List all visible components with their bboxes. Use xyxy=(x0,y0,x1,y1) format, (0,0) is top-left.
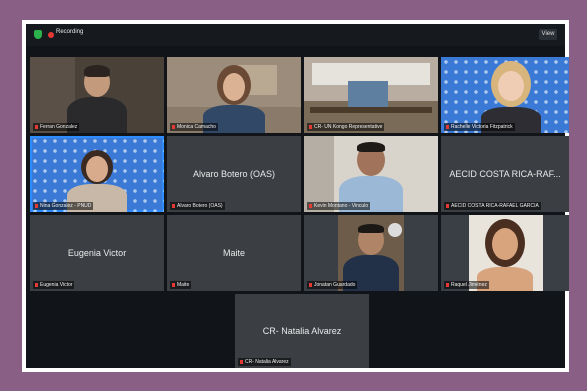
participant-video xyxy=(30,136,164,212)
participant-tile[interactable]: Kevin Montano - Vinculo xyxy=(304,136,438,212)
zoom-meeting-window: Recording View Ferran Gonzalez Monica Ca… xyxy=(22,20,569,372)
participant-tile[interactable]: Eugenia Victor Eugenia Victor xyxy=(30,215,164,291)
muted-mic-icon xyxy=(240,359,243,364)
participant-video xyxy=(304,215,438,291)
muted-mic-icon xyxy=(172,124,175,129)
participant-tile[interactable]: Maite Maite xyxy=(167,215,301,291)
participant-video xyxy=(441,215,569,291)
meeting-top-bar: Recording View xyxy=(26,24,565,46)
participant-name-label: Eugenia Victor xyxy=(33,281,75,289)
participant-name-label: Raquel Jiménez xyxy=(444,281,489,289)
participant-name-label: CR- Natalia Alvarez xyxy=(238,358,291,366)
participant-name-label: Nina Gonzalez - PNUD xyxy=(33,202,94,210)
participant-video xyxy=(30,57,164,133)
view-button[interactable]: View xyxy=(539,29,557,40)
participant-name-label: Maite xyxy=(170,281,192,289)
recording-dot-icon xyxy=(48,32,54,38)
muted-mic-icon xyxy=(446,203,449,208)
participant-display-name: Maite xyxy=(222,248,245,258)
muted-mic-icon xyxy=(309,203,312,208)
muted-mic-icon xyxy=(446,124,449,129)
participant-name-label: CR- UN Kongo Representative xyxy=(307,123,385,131)
muted-mic-icon xyxy=(446,282,449,287)
muted-mic-icon xyxy=(172,203,175,208)
participant-tile[interactable]: Raquel Jiménez xyxy=(441,215,569,291)
participant-name-label: Rachelle Victoria Fitzpatrick xyxy=(444,123,515,131)
participant-tile[interactable]: AECID COSTA RICA-RAF... AECID COSTA RICA… xyxy=(441,136,569,212)
participant-video xyxy=(167,57,301,133)
participant-display-name: CR- Natalia Alvarez xyxy=(262,326,342,336)
participant-name-label: Ferran Gonzalez xyxy=(33,123,80,131)
participant-display-name: Eugenia Victor xyxy=(67,248,127,258)
security-shield-icon[interactable] xyxy=(34,30,42,39)
participant-tile-active-speaker[interactable]: Nina Gonzalez - PNUD xyxy=(30,136,164,212)
participant-display-name: Alvaro Botero (OAS) xyxy=(192,169,276,179)
participant-tile[interactable]: Jonatan Guardado xyxy=(304,215,438,291)
participant-tile[interactable]: CR- UN Kongo Representative xyxy=(304,57,438,133)
participant-video xyxy=(304,57,438,133)
participant-tile[interactable]: Rachelle Victoria Fitzpatrick xyxy=(441,57,569,133)
participant-video xyxy=(441,57,569,133)
muted-mic-icon xyxy=(35,124,38,129)
participant-name-label: Kevin Montano - Vinculo xyxy=(307,202,371,210)
participant-display-name: AECID COSTA RICA-RAF... xyxy=(449,169,561,179)
participant-name-label: Alvaro Botero (OAS) xyxy=(170,202,225,210)
muted-mic-icon xyxy=(35,203,38,208)
muted-mic-icon xyxy=(172,282,175,287)
muted-mic-icon xyxy=(35,282,38,287)
participant-tile[interactable]: Monica Camacho xyxy=(167,57,301,133)
participant-video xyxy=(304,136,438,212)
participant-name-label: Jonatan Guardado xyxy=(307,281,358,289)
participant-name-label: Monica Camacho xyxy=(170,123,218,131)
participant-name-label: AECID COSTA RICA-RAFAEL GARCIA xyxy=(444,202,541,210)
muted-mic-icon xyxy=(309,282,312,287)
participant-tile[interactable]: Alvaro Botero (OAS) Alvaro Botero (OAS) xyxy=(167,136,301,212)
recording-label: Recording xyxy=(56,29,84,35)
participant-tile[interactable]: CR- Natalia Alvarez CR- Natalia Alvarez xyxy=(235,294,369,368)
participant-tile[interactable]: Ferran Gonzalez xyxy=(30,57,164,133)
muted-mic-icon xyxy=(309,124,312,129)
